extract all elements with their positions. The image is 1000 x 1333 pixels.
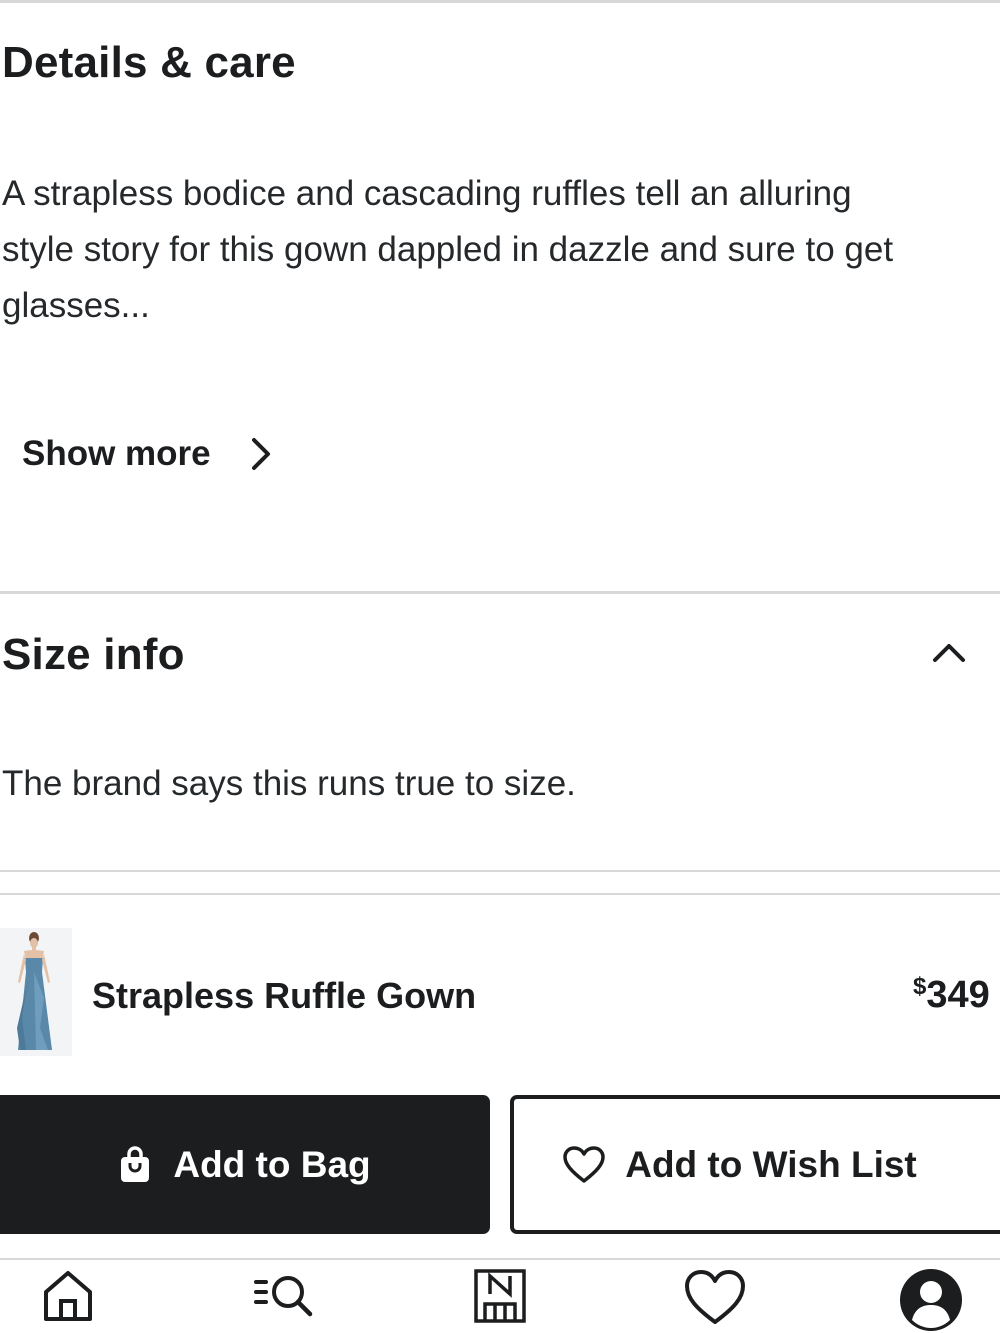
collapse-size-info-button[interactable] [926,630,972,676]
nordstrom-store-icon [474,1269,526,1323]
product-price: $349 [913,973,990,1017]
tab-stores[interactable] [472,1268,528,1332]
heart-outline-icon [563,1145,605,1183]
section-divider [0,591,1000,594]
product-thumbnail [0,928,72,1056]
chevron-right-icon [251,438,270,470]
home-icon [44,1271,92,1321]
product-description: A strapless bodice and cascading ruffles… [2,166,1000,334]
show-more-button[interactable]: Show more [22,428,271,480]
add-to-wish-list-button[interactable]: Add to Wish List [510,1095,1000,1234]
shopping-bag-icon [121,1145,150,1182]
gown-image [0,928,72,1056]
description-line: style story for this gown dappled in daz… [2,230,894,269]
heart-icon [685,1270,745,1324]
show-more-label: Show more [22,434,211,473]
size-info-text: The brand says this runs true to size. [2,764,576,803]
browse-search-icon [254,1276,313,1317]
description-line: A strapless bodice and cascading ruffles… [2,174,852,213]
account-icon [900,1269,962,1331]
details-care-heading: Details & care [2,38,296,87]
add-to-bag-label: Add to Bag [173,1143,371,1185]
chevron-up-icon [933,644,965,662]
top-divider [0,0,1000,3]
bottom-tab-bar [0,1258,1000,1333]
add-to-bag-button[interactable]: Add to Bag [0,1095,490,1234]
size-info-heading: Size info [2,630,185,679]
add-to-wish-list-label: Add to Wish List [625,1143,917,1185]
price-currency: $ [913,973,927,1000]
tab-account[interactable] [898,1268,964,1332]
product-name: Strapless Ruffle Gown [92,975,477,1016]
tab-browse-search[interactable] [250,1268,320,1332]
tab-home[interactable] [38,1268,98,1332]
tab-wish-list[interactable] [682,1268,748,1332]
price-value: 349 [926,974,990,1016]
sticky-bar-divider [0,893,1000,895]
description-line: glasses... [2,286,150,325]
section-divider [0,870,1000,872]
